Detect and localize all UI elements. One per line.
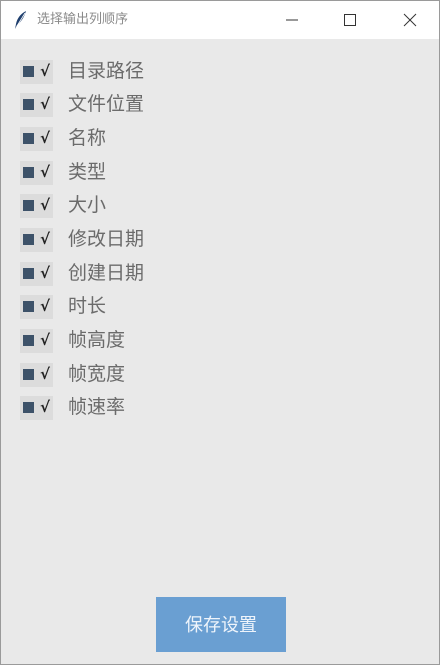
checked-square-icon bbox=[23, 234, 34, 245]
checkbox-label[interactable]: 帧速率 bbox=[68, 395, 125, 419]
close-button[interactable] bbox=[381, 1, 439, 39]
checkbox-indicator[interactable]: √ bbox=[20, 93, 53, 117]
checkbox-indicator[interactable]: √ bbox=[20, 396, 53, 420]
checkbox-label[interactable]: 帧宽度 bbox=[68, 362, 125, 386]
checkbox-label[interactable]: 帧高度 bbox=[68, 328, 125, 352]
checkbox-indicator[interactable]: √ bbox=[20, 161, 53, 185]
column-list: √ 目录路径 √ 文件位置 √ 名称 √ 类型 √ 大小 √ 修改日期 √ 创建… bbox=[1, 39, 439, 664]
checked-square-icon bbox=[23, 268, 34, 279]
checkbox-label[interactable]: 创建日期 bbox=[68, 261, 144, 285]
maximize-icon bbox=[344, 14, 356, 26]
check-mark: √ bbox=[40, 95, 51, 113]
check-mark: √ bbox=[40, 230, 51, 248]
window-title: 选择输出列顺序 bbox=[37, 12, 129, 27]
checkbox-label[interactable]: 大小 bbox=[68, 193, 106, 217]
checkbox-created-date[interactable]: √ 创建日期 bbox=[20, 260, 220, 286]
checkbox-indicator[interactable]: √ bbox=[20, 127, 53, 151]
dialog-window: 选择输出列顺序 √ 目录路径 √ 文件位置 √ 名称 √ 类型 √ 大小 √ 修… bbox=[0, 0, 440, 665]
checked-square-icon bbox=[23, 200, 34, 211]
check-mark: √ bbox=[40, 129, 51, 147]
checkbox-label[interactable]: 目录路径 bbox=[68, 59, 144, 83]
checkbox-file-location[interactable]: √ 文件位置 bbox=[20, 91, 220, 117]
checkbox-indicator[interactable]: √ bbox=[20, 228, 53, 252]
check-mark: √ bbox=[40, 264, 51, 282]
minimize-button[interactable] bbox=[263, 1, 321, 39]
checkbox-indicator[interactable]: √ bbox=[20, 295, 53, 319]
check-mark: √ bbox=[40, 331, 51, 349]
checked-square-icon bbox=[23, 301, 34, 312]
checkbox-duration[interactable]: √ 时长 bbox=[20, 293, 220, 319]
minimize-icon bbox=[286, 19, 298, 21]
check-mark: √ bbox=[40, 365, 51, 383]
checkbox-indicator[interactable]: √ bbox=[20, 363, 53, 387]
checkbox-type[interactable]: √ 类型 bbox=[20, 159, 220, 185]
checkbox-frame-width[interactable]: √ 帧宽度 bbox=[20, 361, 220, 387]
check-mark: √ bbox=[40, 163, 51, 181]
check-mark: √ bbox=[40, 62, 51, 80]
checkbox-modified-date[interactable]: √ 修改日期 bbox=[20, 226, 220, 252]
save-settings-button[interactable]: 保存设置 bbox=[156, 597, 286, 652]
checkbox-frame-rate[interactable]: √ 帧速率 bbox=[20, 394, 220, 420]
check-mark: √ bbox=[40, 297, 51, 315]
check-mark: √ bbox=[40, 398, 51, 416]
checkbox-frame-height[interactable]: √ 帧高度 bbox=[20, 327, 220, 353]
checked-square-icon bbox=[23, 402, 34, 413]
feather-icon bbox=[14, 10, 28, 30]
checked-square-icon bbox=[23, 167, 34, 178]
checked-square-icon bbox=[23, 369, 34, 380]
checkbox-indicator[interactable]: √ bbox=[20, 60, 53, 84]
checkbox-indicator[interactable]: √ bbox=[20, 329, 53, 353]
checkbox-indicator[interactable]: √ bbox=[20, 262, 53, 286]
checked-square-icon bbox=[23, 66, 34, 77]
check-mark: √ bbox=[40, 196, 51, 214]
title-bar[interactable]: 选择输出列顺序 bbox=[1, 1, 439, 39]
checkbox-label[interactable]: 类型 bbox=[68, 160, 106, 184]
checkbox-size[interactable]: √ 大小 bbox=[20, 192, 220, 218]
close-icon bbox=[403, 13, 417, 27]
checkbox-dir-path[interactable]: √ 目录路径 bbox=[20, 58, 220, 84]
maximize-button[interactable] bbox=[321, 1, 379, 39]
checkbox-label[interactable]: 文件位置 bbox=[68, 92, 144, 116]
checkbox-name[interactable]: √ 名称 bbox=[20, 125, 220, 151]
checked-square-icon bbox=[23, 133, 34, 144]
checkbox-label[interactable]: 修改日期 bbox=[68, 227, 144, 251]
checkbox-label[interactable]: 时长 bbox=[68, 294, 106, 318]
checked-square-icon bbox=[23, 99, 34, 110]
checkbox-label[interactable]: 名称 bbox=[68, 126, 106, 150]
checkbox-indicator[interactable]: √ bbox=[20, 194, 53, 218]
checked-square-icon bbox=[23, 335, 34, 346]
